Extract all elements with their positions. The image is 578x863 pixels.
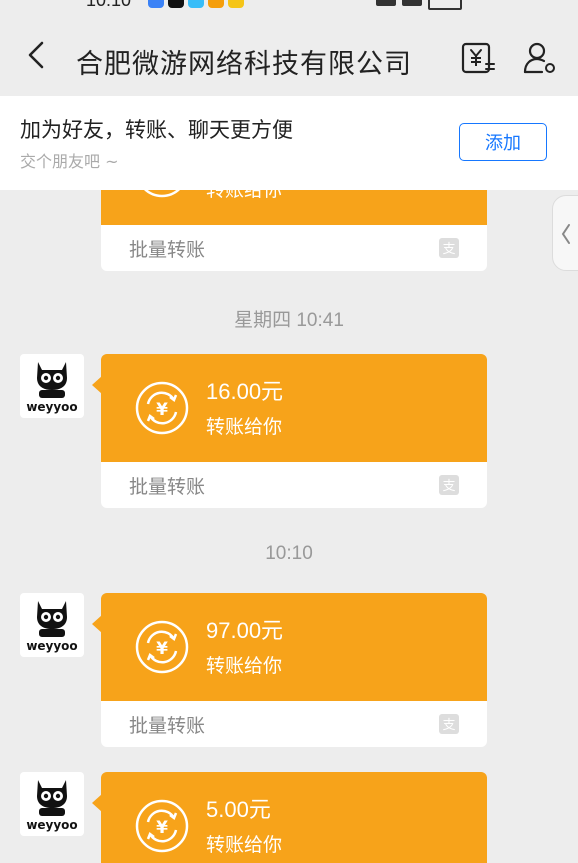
svg-text:¥: ¥ (156, 400, 168, 420)
status-time: 10:10 (86, 0, 132, 10)
weyyoo-cat-logo: weyyoo (26, 362, 78, 414)
transfer-amount: 97.00元 (206, 618, 284, 643)
avatar-brand-text: weyyoo (26, 639, 77, 653)
bubble-tail (92, 794, 102, 812)
svg-text:¥: ¥ (156, 639, 168, 659)
yen-circle-icon: ¥ (135, 381, 189, 435)
transfer-card-footer: 批量转账 支 (101, 225, 487, 271)
batch-transfer-label: 批量转账 (129, 239, 206, 261)
alipay-icon: 支 (439, 238, 459, 258)
transfer-amount: 16.00元 (206, 379, 284, 404)
notification-icons (148, 0, 244, 8)
app-notification-icon (188, 0, 204, 8)
yen-circle-icon: ¥ (135, 799, 189, 853)
weyyoo-cat-logo: weyyoo (26, 780, 78, 832)
transfer-card[interactable]: ¥ 16.00元 转账给你 批量转账 支 (92, 354, 487, 508)
weyyoo-cat-logo: weyyoo (26, 601, 78, 653)
batch-transfer-label: 批量转账 (129, 476, 206, 498)
add-friend-banner: 加为好友，转账、聊天更方便 交个朋友吧 ~ 添加 (0, 96, 578, 190)
avatar-brand-text: weyyoo (26, 400, 77, 414)
svg-text:支: 支 (442, 479, 455, 494)
transfer-card[interactable]: ¥ 5.00元 转账给你 (92, 772, 487, 863)
yen-transfer-icon[interactable] (460, 40, 496, 76)
avatar-brand-text: weyyoo (26, 818, 77, 832)
transfer-card[interactable]: ¥ 97.00元 转账给你 批量转账 支 (92, 593, 487, 747)
batch-transfer-label: 批量转账 (129, 715, 206, 737)
bubble-tail (92, 615, 102, 633)
banner-subtitle: 交个朋友吧 ~ (20, 152, 119, 171)
status-bar: 10:10 (0, 0, 578, 12)
avatar[interactable]: weyyoo (20, 354, 84, 418)
wifi-icon (376, 0, 396, 6)
transfer-card-header: ¥ 16.00元 转账给你 (92, 354, 487, 462)
svg-text:¥: ¥ (156, 818, 168, 838)
transfer-description: 转账给你 (206, 416, 283, 438)
system-status-icons (376, 0, 462, 10)
user-settings-icon[interactable] (522, 40, 558, 76)
message-timestamp: 星期四 10:41 (234, 310, 344, 331)
message-timestamp: 10:10 (265, 543, 313, 564)
battery-icon (428, 0, 462, 10)
chevron-left-icon (561, 224, 570, 244)
app-notification-icon (228, 0, 244, 8)
transfer-card-header: ¥ 5.00元 转账给你 (92, 772, 487, 863)
bubble-tail (92, 376, 102, 394)
app-notification-icon (208, 0, 224, 8)
banner-title: 加为好友，转账、聊天更方便 (20, 118, 293, 142)
transfer-amount: 5.00元 (206, 797, 271, 822)
alipay-icon: 支 (439, 714, 459, 734)
nav-bar: 合肥微游网络科技有限公司 (0, 12, 578, 96)
chat-screen: 10:10 合肥微游网络科技有限公司 加为好友，转账、聊天更方便 交个朋友吧 ~… (0, 0, 578, 863)
transfer-description: 转账给你 (206, 655, 283, 677)
side-panel-handle[interactable] (552, 195, 578, 271)
app-notification-icon (148, 0, 164, 8)
transfer-card-footer: 批量转账 支 (101, 462, 487, 508)
yen-circle-icon: ¥ (135, 620, 189, 674)
avatar[interactable]: weyyoo (20, 593, 84, 657)
signal-icon (402, 0, 422, 6)
add-friend-button[interactable]: 添加 (459, 123, 547, 161)
app-notification-icon (168, 0, 184, 8)
transfer-card-footer: 批量转账 支 (101, 701, 487, 747)
page-title: 合肥微游网络科技有限公司 (76, 49, 412, 80)
svg-text:支: 支 (442, 718, 455, 733)
transfer-card-header: ¥ 97.00元 转账给你 (92, 593, 487, 701)
alipay-icon: 支 (439, 475, 459, 495)
transfer-description: 转账给你 (206, 834, 283, 856)
avatar[interactable]: weyyoo (20, 772, 84, 836)
chevron-left-icon[interactable] (22, 40, 52, 70)
svg-text:支: 支 (442, 242, 455, 257)
